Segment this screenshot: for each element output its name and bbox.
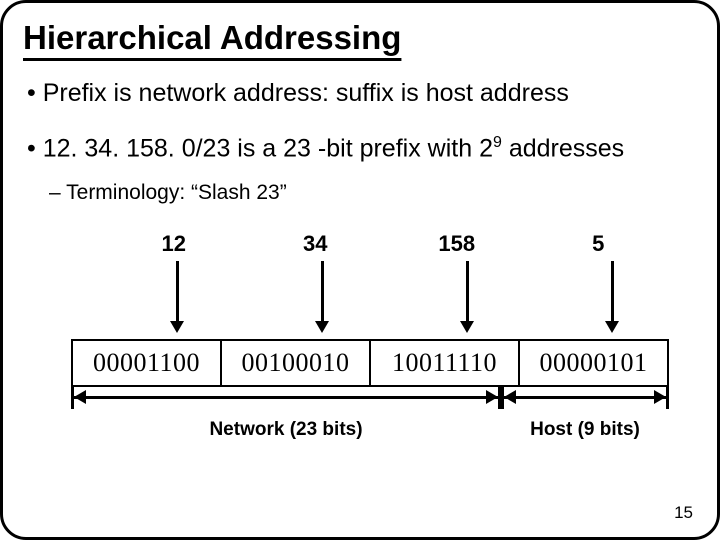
host-range [501, 393, 669, 413]
bullet-2-text-a: • 12. 34. 158. 0/23 is a 23 -bit prefix … [27, 134, 493, 162]
page-number: 15 [674, 503, 693, 523]
bullet-1: • Prefix is network address: suffix is h… [27, 79, 699, 108]
host-range-label: Host (9 bits) [501, 419, 669, 441]
decimal-octet-2: 34 [245, 231, 387, 257]
slide-frame: Hierarchical Addressing • Prefix is netw… [0, 0, 720, 540]
bullet-2-exp: 9 [493, 134, 502, 151]
binary-octet-2: 00100010 [222, 341, 371, 385]
binary-row: 00001100 00100010 10011110 00000101 [71, 339, 669, 387]
bullet-2-text-b: addresses [502, 134, 624, 162]
bullet-2: • 12. 34. 158. 0/23 is a 23 -bit prefix … [27, 134, 699, 163]
bullet-1-text: • Prefix is network address: suffix is h… [27, 79, 569, 107]
address-diagram: 12 34 158 5 00001100 00100010 10011110 0… [21, 231, 699, 481]
sub-bullet-1-text: – Terminology: “Slash 23” [49, 181, 287, 204]
network-range-label: Network (23 bits) [71, 419, 501, 441]
decimal-octet-4: 5 [528, 231, 670, 257]
binary-octet-1: 00001100 [73, 341, 222, 385]
network-range [71, 393, 501, 413]
binary-octet-4: 00000101 [520, 341, 667, 385]
decimal-row: 12 34 158 5 [103, 231, 669, 257]
sub-bullet-1: – Terminology: “Slash 23” [49, 181, 699, 205]
decimal-octet-3: 158 [386, 231, 528, 257]
bullet-list: • Prefix is network address: suffix is h… [21, 79, 699, 205]
binary-octet-3: 10011110 [371, 341, 520, 385]
decimal-octet-1: 12 [103, 231, 245, 257]
slide-title: Hierarchical Addressing [23, 19, 699, 57]
